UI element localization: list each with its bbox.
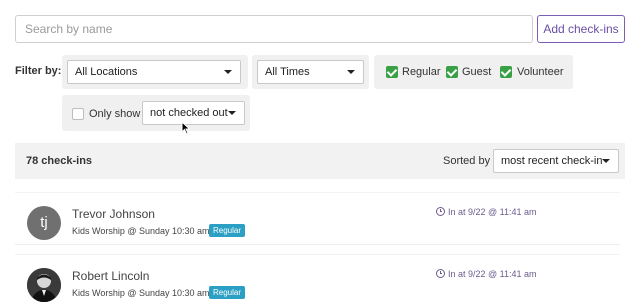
check-in-status: In at 9/22 @ 11:41 am xyxy=(436,269,537,279)
check-in-row[interactable]: Robert Lincoln Kids Worship @ Sunday 10:… xyxy=(15,254,620,303)
clock-icon xyxy=(436,207,445,216)
regular-checkbox[interactable] xyxy=(386,66,398,78)
regular-label: Regular xyxy=(402,66,441,78)
kind-filter-panel: Regular Guest Volunteer xyxy=(374,55,573,89)
avatar: tj xyxy=(27,206,61,240)
avatar xyxy=(27,268,61,302)
checkout-status-value: not checked out xyxy=(150,107,228,119)
kind-badge: Regular xyxy=(209,224,246,237)
search-input[interactable] xyxy=(15,15,533,43)
location-select-value: All Locations xyxy=(75,66,138,78)
sort-select-value: most recent check-in xyxy=(501,155,603,167)
only-show-checkbox[interactable] xyxy=(72,108,84,120)
chevron-down-icon xyxy=(602,159,610,163)
chevron-down-icon xyxy=(347,70,355,74)
sorted-by-label: Sorted by xyxy=(443,155,491,167)
filter-label: Filter by: xyxy=(15,65,62,77)
volunteer-checkbox[interactable] xyxy=(500,66,512,78)
mouse-cursor-icon xyxy=(181,121,191,135)
only-show-panel: Only show not checked out xyxy=(62,95,250,131)
time-select[interactable]: All Times xyxy=(257,60,364,84)
volunteer-label: Volunteer xyxy=(517,66,564,78)
guest-checkbox[interactable] xyxy=(446,66,458,78)
only-show-label: Only show xyxy=(89,108,141,120)
kind-badge: Regular xyxy=(209,286,246,299)
time-filter-panel: All Times xyxy=(252,55,369,89)
chevron-down-icon xyxy=(228,111,236,115)
check-in-time: In at 9/22 @ 11:41 am xyxy=(448,269,537,279)
check-in-count: 78 check-ins xyxy=(26,155,93,167)
event-info: Kids Worship @ Sunday 10:30 am xyxy=(72,226,210,236)
chevron-down-icon xyxy=(224,70,232,74)
event-info: Kids Worship @ Sunday 10:30 am xyxy=(72,288,210,298)
time-select-value: All Times xyxy=(265,66,310,78)
clock-icon xyxy=(436,269,445,278)
results-summary-bar: 78 check-ins Sorted by most recent check… xyxy=(15,143,625,179)
check-in-time: In at 9/22 @ 11:41 am xyxy=(448,207,537,217)
person-name[interactable]: Trevor Johnson xyxy=(72,207,155,221)
person-name[interactable]: Robert Lincoln xyxy=(72,269,149,283)
check-in-status: In at 9/22 @ 11:41 am xyxy=(436,207,537,217)
check-in-row[interactable]: tj Trevor Johnson Kids Worship @ Sunday … xyxy=(15,192,620,245)
checkout-status-select[interactable]: not checked out xyxy=(142,101,245,125)
sort-select[interactable]: most recent check-in xyxy=(493,149,619,173)
guest-label: Guest xyxy=(462,66,492,78)
location-filter-panel: All Locations xyxy=(62,55,248,89)
person-photo-icon xyxy=(27,268,61,302)
add-check-ins-button[interactable]: Add check-ins xyxy=(537,15,625,43)
location-select[interactable]: All Locations xyxy=(67,60,241,84)
